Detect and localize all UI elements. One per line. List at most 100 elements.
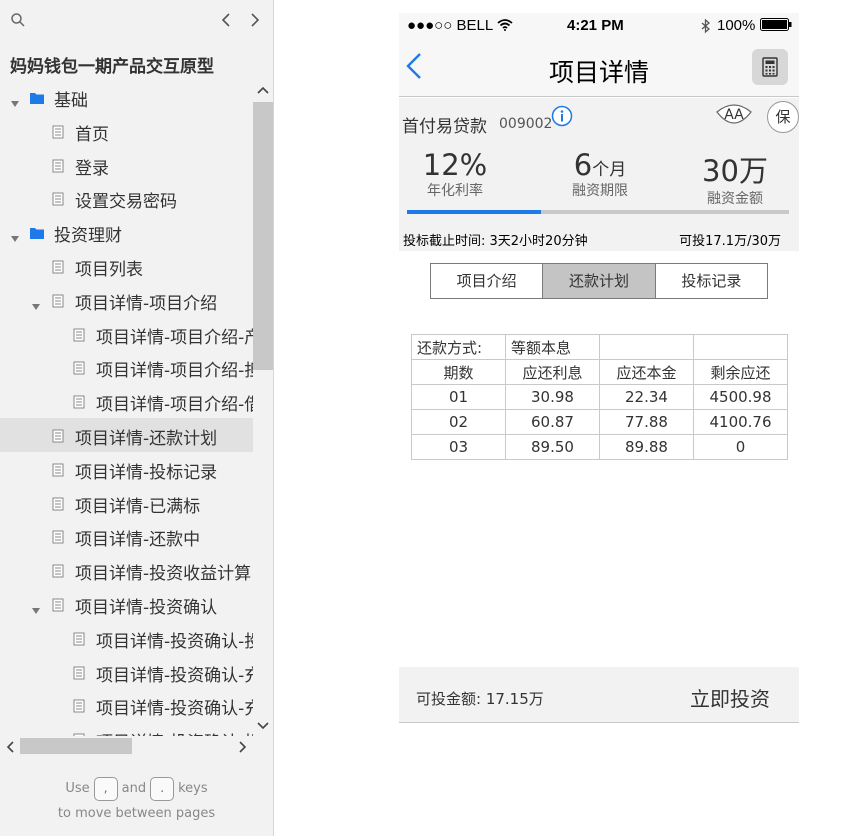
sidebar-page-item[interactable]: 项目列表 bbox=[0, 249, 253, 283]
page-icon bbox=[72, 631, 86, 646]
calculator-button[interactable] bbox=[752, 49, 788, 85]
clock-text: 4:21 PM bbox=[567, 17, 624, 34]
nav-bar: 项目详情 bbox=[399, 39, 799, 97]
tab-repayment[interactable]: 还款计划 bbox=[543, 264, 656, 298]
page-tree: 基础首页登录 设置交易密码 投资理财 项目列表 项目详情-项目介绍项目详情-项目介绍-产… bbox=[0, 80, 253, 736]
product-name: 首付易贷款 bbox=[402, 117, 487, 137]
page-icon bbox=[72, 360, 86, 375]
table-row: 还款方式: 等额本息 bbox=[411, 334, 788, 360]
sidebar-page-item[interactable]: 项目详情-投资确认-充 bbox=[0, 655, 253, 689]
table-row: 02 60.87 77.88 4100.76 bbox=[411, 409, 788, 435]
battery-label: 100% bbox=[717, 17, 756, 34]
sidebar-item-label: 项目详情-投资确认-投 bbox=[96, 728, 253, 736]
table-cell: 4100.76 bbox=[693, 409, 788, 435]
table-cell: 02 bbox=[411, 409, 506, 435]
invest-footer: 可投金额: 17.15万 立即投资 bbox=[399, 667, 799, 723]
sidebar-page-item[interactable]: 项目详情-投资确认-投 bbox=[0, 621, 253, 655]
sidebar-page-item[interactable]: 项目详情-投标记录 bbox=[0, 452, 253, 486]
term-unit: 个月 bbox=[592, 160, 627, 180]
table-cell: 60.87 bbox=[505, 409, 600, 435]
tab-intro[interactable]: 项目介绍 bbox=[431, 264, 544, 298]
scroll-up-icon[interactable] bbox=[257, 86, 269, 94]
table-cell: 应还本金 bbox=[599, 359, 694, 385]
table-cell: 等额本息 bbox=[505, 334, 600, 360]
sidebar-page-item[interactable]: 项目详情-项目介绍-产 bbox=[0, 317, 253, 351]
sidebar-item-label: 项目详情-项目介绍-借 bbox=[96, 395, 253, 416]
chevron-left-icon[interactable] bbox=[216, 10, 236, 30]
rate-value: 12% bbox=[422, 148, 488, 182]
table-cell: 应还利息 bbox=[505, 359, 600, 385]
sidebar-item-label: 项目详情-项目介绍-产 bbox=[96, 327, 253, 348]
table-cell: 22.34 bbox=[599, 384, 694, 410]
sidebar-page-item[interactable]: 项目详情-项目介绍-借 bbox=[0, 384, 253, 418]
amount-value: 30万 bbox=[702, 154, 768, 188]
hint-use: Use bbox=[65, 781, 90, 796]
vertical-scrollbar[interactable] bbox=[253, 80, 273, 736]
tab-bids[interactable]: 投标记录 bbox=[655, 264, 767, 298]
page-icon bbox=[51, 158, 65, 173]
sidebar-page-item[interactable]: 设置交易密码 bbox=[0, 181, 253, 215]
term-label: 融资期限 bbox=[572, 183, 628, 199]
aa-rating-label: AA bbox=[724, 107, 744, 123]
vertical-scroll-thumb[interactable] bbox=[253, 102, 273, 370]
hint-line2: to move between pages bbox=[57, 806, 216, 821]
sidebar-toolbar bbox=[0, 0, 273, 42]
status-bar: ●●●○○ BELL 4:21 PM 100% bbox=[399, 13, 799, 39]
page-icon bbox=[51, 191, 65, 206]
scroll-left-icon[interactable] bbox=[6, 741, 14, 753]
horizontal-scroll-thumb[interactable] bbox=[20, 738, 132, 754]
sidebar-page-item[interactable]: 项目详情-投资收益计算 bbox=[0, 553, 253, 587]
sidebar-item-label: 首页 bbox=[75, 124, 109, 145]
table-cell: 01 bbox=[411, 384, 506, 410]
guarantee-badge[interactable]: 保 bbox=[767, 101, 799, 133]
chevron-right-icon[interactable] bbox=[245, 10, 265, 30]
sidebar-folder[interactable]: 基础 bbox=[0, 80, 253, 114]
page-icon bbox=[51, 597, 65, 612]
scroll-down-icon[interactable] bbox=[257, 722, 269, 730]
aa-rating-icon[interactable]: AA bbox=[715, 104, 753, 128]
table-cell: 77.88 bbox=[599, 409, 694, 435]
page-icon bbox=[72, 665, 86, 680]
sidebar-page-item[interactable]: 项目详情-项目介绍 bbox=[0, 283, 253, 317]
sidebar-item-label: 项目详情-投资确认-投 bbox=[96, 631, 253, 652]
sidebar-page-item[interactable]: 项目详情-投资确认 bbox=[0, 587, 253, 621]
sidebar-page-item[interactable]: 项目详情-已满标 bbox=[0, 486, 253, 520]
carrier-text: ●●●○○ BELL bbox=[407, 17, 513, 34]
phone-screen: ●●●○○ BELL 4:21 PM 100% 项目详情 首付易贷款 00900… bbox=[399, 13, 799, 723]
sidebar-page-item[interactable]: 首页 bbox=[0, 114, 253, 148]
detail-tabs: 项目介绍 还款计划 投标记录 bbox=[430, 263, 768, 299]
sidebar-page-item[interactable]: 项目详情-投资确认-充 bbox=[0, 688, 253, 722]
sidebar-item-label: 登录 bbox=[75, 158, 109, 179]
table-row: 01 30.98 22.34 4500.98 bbox=[411, 384, 788, 410]
invest-now-button[interactable]: 立即投资 bbox=[690, 683, 770, 712]
project-title: 妈妈钱包一期产品交互原型 bbox=[10, 57, 214, 77]
sidebar-folder[interactable]: 投资理财 bbox=[0, 215, 253, 249]
sidebar-page-item[interactable]: 项目详情-投资确认-投 bbox=[0, 722, 253, 736]
repayment-table: 还款方式: 等额本息 期数 应还利息 应还本金 剩余应还 01 30.98 22.34 4500.… bbox=[411, 334, 788, 460]
sidebar-page-item[interactable]: 项目详情-还款中 bbox=[0, 519, 253, 553]
sidebar-item-label: 基础 bbox=[54, 91, 88, 111]
table-cell bbox=[693, 334, 788, 360]
table-row: 03 89.50 89.88 0 bbox=[411, 434, 788, 460]
table-cell: 剩余应还 bbox=[693, 359, 788, 385]
page-icon bbox=[51, 496, 65, 511]
page-icon bbox=[51, 462, 65, 477]
search-icon[interactable] bbox=[10, 12, 26, 28]
horizontal-scrollbar[interactable] bbox=[0, 736, 253, 756]
table-cell: 还款方式: bbox=[411, 334, 506, 360]
sidebar-item-label: 项目详情-已满标 bbox=[75, 496, 201, 517]
table-cell: 期数 bbox=[411, 359, 506, 385]
expand-toggle-icon[interactable] bbox=[10, 93, 20, 107]
expand-toggle-icon[interactable] bbox=[31, 600, 41, 614]
sidebar-page-item[interactable]: 项目详情-项目介绍-担 bbox=[0, 350, 253, 384]
expand-toggle-icon[interactable] bbox=[31, 296, 41, 310]
expand-toggle-icon[interactable] bbox=[10, 228, 20, 243]
sidebar-page-item[interactable]: 项目详情-还款计划 bbox=[0, 418, 253, 452]
scroll-right-icon[interactable] bbox=[239, 741, 247, 753]
info-icon[interactable] bbox=[551, 105, 573, 127]
amount-label: 融资金额 bbox=[707, 191, 763, 207]
sidebar-item-label: 项目详情-投资确认-充 bbox=[96, 699, 253, 720]
sidebar-page-item[interactable]: 登录 bbox=[0, 148, 253, 182]
page-icon bbox=[51, 529, 65, 544]
rate-stat: 12% 年化利率 bbox=[417, 148, 493, 200]
